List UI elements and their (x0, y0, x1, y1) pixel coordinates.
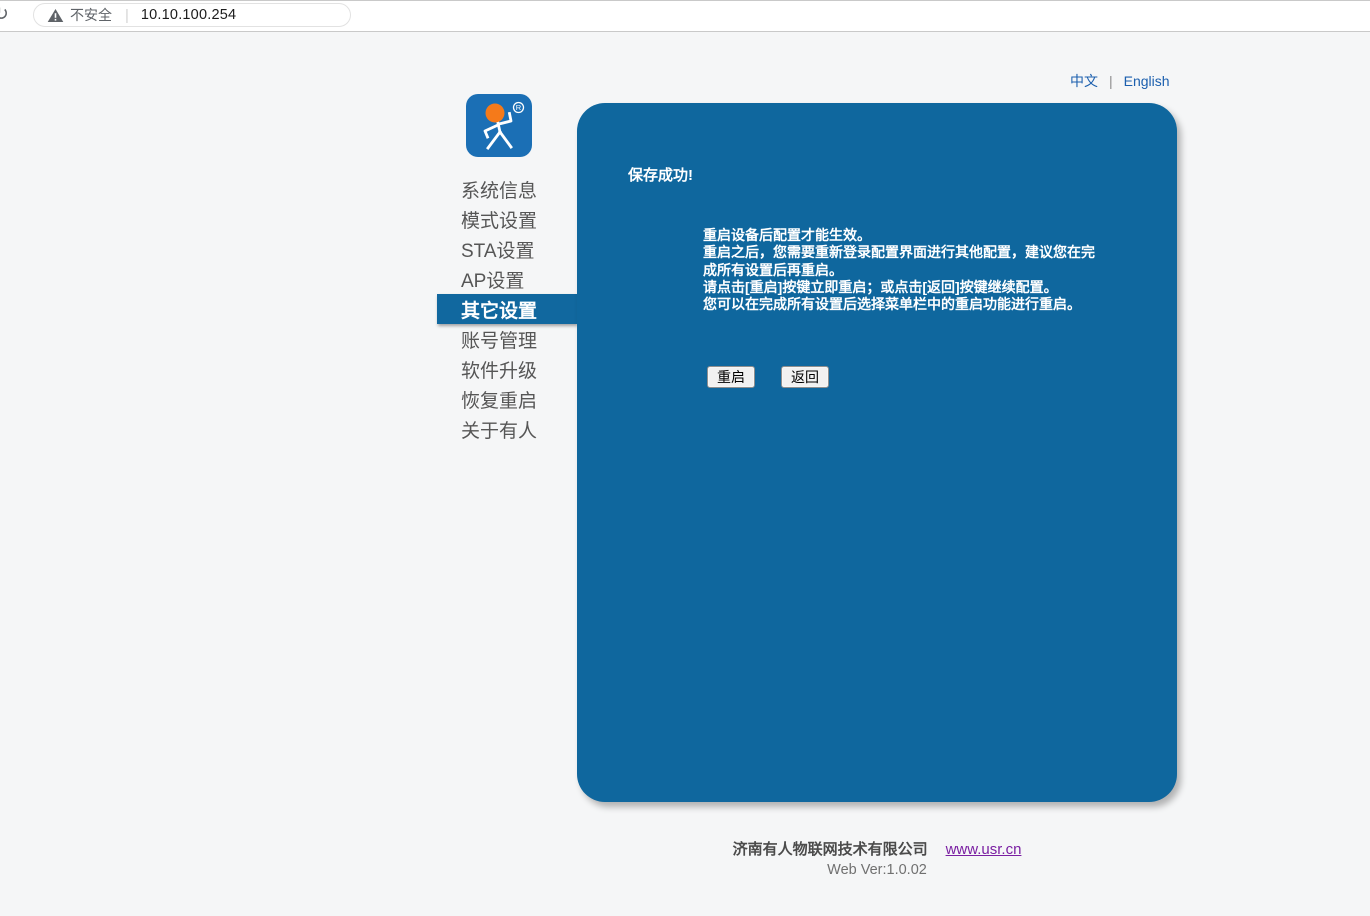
not-secure-label: 不安全 (70, 5, 112, 25)
browser-address-bar: ↻ 不安全 | 10.10.100.254 (0, 0, 1370, 32)
sidebar-item-about-usr[interactable]: 关于有人 (437, 414, 577, 444)
sidebar-item-account-mgmt[interactable]: 账号管理 (437, 324, 577, 354)
warning-icon (47, 8, 64, 23)
usr-logo: R (466, 94, 532, 157)
lang-english-link[interactable]: English (1124, 73, 1170, 89)
address-bar-security-chip[interactable]: 不安全 | 10.10.100.254 (33, 3, 351, 27)
sidebar-item-ap-settings[interactable]: AP设置 (437, 264, 577, 294)
page: ↻ 不安全 | 10.10.100.254 中文 | English R (0, 0, 1370, 916)
company-website-link[interactable]: www.usr.cn (946, 841, 1022, 858)
restart-button[interactable]: 重启 (707, 366, 755, 388)
instruction-line: 重启设备后配置才能生效。 (703, 227, 1095, 244)
instruction-line: 您可以在完成所有设置后选择菜单栏中的重启功能进行重启。 (703, 296, 1095, 313)
content-panel: 保存成功! 重启设备后配置才能生效。 重启之后，您需要重新登录配置界面进行其他配… (577, 103, 1177, 802)
save-success-title: 保存成功! (628, 164, 693, 185)
button-row: 重启 返回 (707, 366, 829, 388)
sidebar-item-other-settings[interactable]: 其它设置 (437, 294, 577, 324)
restart-instructions: 重启设备后配置才能生效。 重启之后，您需要重新登录配置界面进行其他配置，建议您在… (703, 227, 1095, 313)
web-version: Web Ver:1.0.02 (577, 862, 1177, 878)
instruction-line: 重启之后，您需要重新登录配置界面进行其他配置，建议您在完 (703, 244, 1095, 261)
sidebar-item-restore-restart[interactable]: 恢复重启 (437, 384, 577, 414)
back-button[interactable]: 返回 (781, 366, 829, 388)
page-footer: 济南有人物联网技术有限公司 www.usr.cn Web Ver:1.0.02 (577, 838, 1177, 878)
instruction-line: 成所有设置后再重启。 (703, 262, 1095, 279)
sidebar-item-sta-settings[interactable]: STA设置 (437, 234, 577, 264)
sidebar-item-firmware-upgrade[interactable]: 软件升级 (437, 354, 577, 384)
sidebar-item-system-info[interactable]: 系统信息 (437, 174, 577, 204)
lang-chinese-link[interactable]: 中文 (1070, 71, 1098, 91)
language-toggle: 中文 | English (1070, 71, 1170, 91)
sidebar-item-mode-settings[interactable]: 模式设置 (437, 204, 577, 234)
url-text[interactable]: 10.10.100.254 (141, 7, 236, 23)
lang-separator: | (1109, 73, 1113, 89)
instruction-line: 请点击[重启]按键立即重启；或点击[返回]按键继续配置。 (703, 279, 1095, 296)
svg-text:R: R (516, 103, 522, 112)
sidebar-menu: 系统信息 模式设置 STA设置 AP设置 其它设置 账号管理 软件升级 恢复重启… (437, 174, 577, 444)
chip-divider: | (125, 7, 129, 24)
reload-icon[interactable]: ↻ (0, 3, 9, 25)
company-name: 济南有人物联网技术有限公司 (733, 841, 928, 858)
